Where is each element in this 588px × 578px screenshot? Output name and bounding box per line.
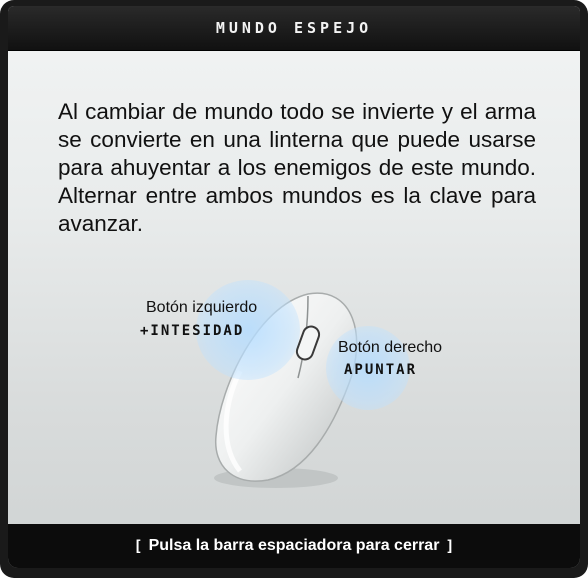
- mouse-icon: [214, 292, 358, 488]
- description-text: Al cambiar de mundo todo se invierte y e…: [58, 99, 536, 236]
- title-bar: MUNDO ESPEJO: [8, 6, 580, 51]
- popup-panel: MUNDO ESPEJO Al cambiar de mundo todo se…: [0, 0, 588, 578]
- left-button-action: +INTESIDAD: [140, 323, 245, 339]
- popup-title: MUNDO ESPEJO: [215, 19, 373, 37]
- right-button-action: APUNTAR: [344, 362, 418, 378]
- bracket-left-icon: [: [133, 537, 143, 555]
- left-button-label: Botón izquierdo: [146, 299, 258, 316]
- popup-content: MUNDO ESPEJO Al cambiar de mundo todo se…: [8, 6, 580, 568]
- close-hint-text: Pulsa la barra espaciadora para cerrar: [148, 537, 440, 554]
- close-hint-bar[interactable]: [ Pulsa la barra espaciadora para cerrar…: [8, 524, 580, 568]
- bracket-right-icon: ]: [445, 537, 455, 555]
- mouse-diagram: Botón izquierdo +INTESIDAD Botón derecho…: [8, 266, 580, 506]
- right-button-label: Botón derecho: [338, 339, 443, 356]
